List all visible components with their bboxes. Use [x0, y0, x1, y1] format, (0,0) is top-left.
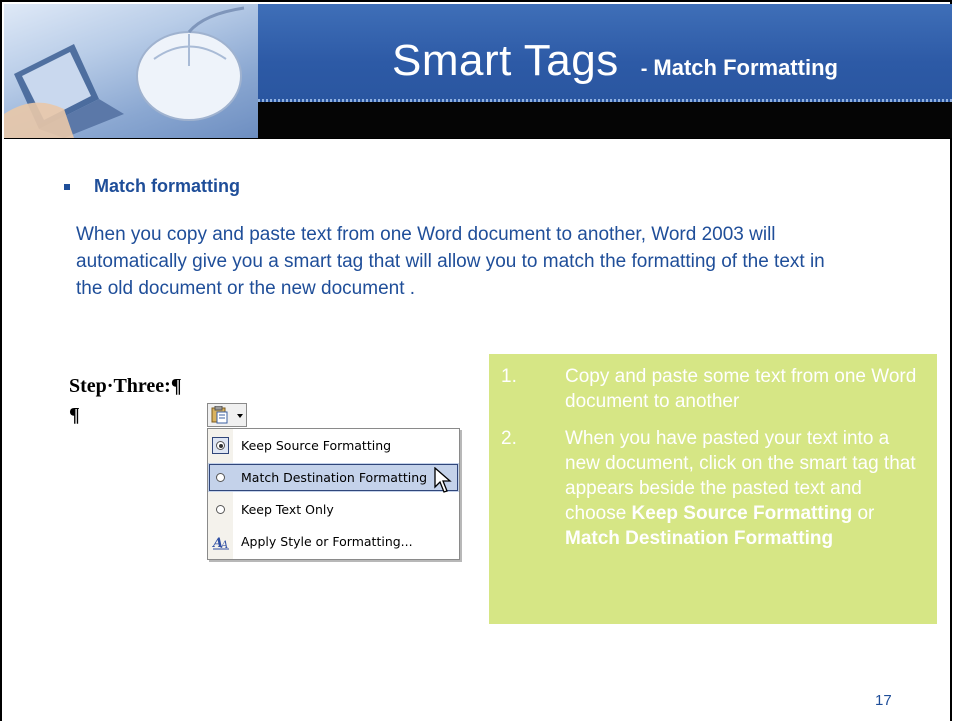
clipboard-icon — [211, 406, 243, 424]
menu-item-keep-text-only[interactable]: Keep Text Only — [208, 495, 459, 524]
step-item: 1. Copy and paste some text from one Wor… — [501, 364, 925, 414]
instructions-box: 1. Copy and paste some text from one Wor… — [489, 354, 937, 624]
menu-item-label: Keep Source Formatting — [241, 438, 392, 453]
header-image — [4, 4, 258, 138]
menu-item-keep-source-formatting[interactable]: Keep Source Formatting — [208, 431, 459, 460]
title-main: Smart Tags — [392, 36, 619, 85]
mouse-pointer-icon — [434, 467, 452, 493]
radio-icon — [208, 473, 233, 482]
menu-item-label: Apply Style or Formatting... — [241, 534, 413, 549]
step-text-part: or — [852, 503, 875, 524]
menu-item-label: Keep Text Only — [241, 502, 334, 517]
step-number: 1. — [501, 366, 517, 387]
paste-options-menu: Keep Source Formatting Match Destination… — [207, 428, 460, 560]
intro-paragraph: When you copy and paste text from one Wo… — [76, 224, 825, 299]
step-bold-match-destination: Match Destination Formatting — [565, 528, 834, 549]
step-text: Copy and paste some text from one Word d… — [565, 366, 917, 412]
radio-icon — [208, 505, 233, 514]
step-bold-keep-source: Keep Source Formatting — [631, 503, 853, 524]
chevron-down-icon — [237, 414, 243, 418]
slide-title: Smart Tags - Match Formatting — [392, 36, 838, 86]
text-cursor: ¶ — [69, 404, 80, 426]
bullet-heading: Match formatting — [94, 176, 240, 196]
menu-item-label: Match Destination Formatting — [241, 470, 428, 485]
paste-options-button[interactable] — [207, 403, 247, 427]
radio-checked-icon — [208, 437, 233, 454]
slide: Smart Tags - Match Formatting Match form… — [0, 0, 952, 721]
step-text: When you have pasted your text into a ne… — [565, 426, 925, 551]
page-number: 17 — [875, 692, 892, 709]
header-divider — [4, 138, 952, 139]
square-bullet-icon — [64, 183, 70, 190]
title-subtitle: Match Formatting — [653, 55, 838, 80]
style-icon: A A — [208, 534, 233, 550]
menu-item-match-destination-formatting[interactable]: Match Destination Formatting — [208, 463, 459, 492]
title-separator: - — [640, 58, 648, 80]
step-item: 2. When you have pasted your text into a… — [501, 426, 925, 551]
bullet-heading-row: Match formatting — [64, 176, 240, 197]
header-dark-band — [258, 102, 952, 138]
menu-item-apply-style[interactable]: A A Apply Style or Formatting... — [208, 527, 459, 556]
step-label: Step·Three:¶ — [69, 375, 182, 397]
step-number: 2. — [501, 428, 517, 449]
